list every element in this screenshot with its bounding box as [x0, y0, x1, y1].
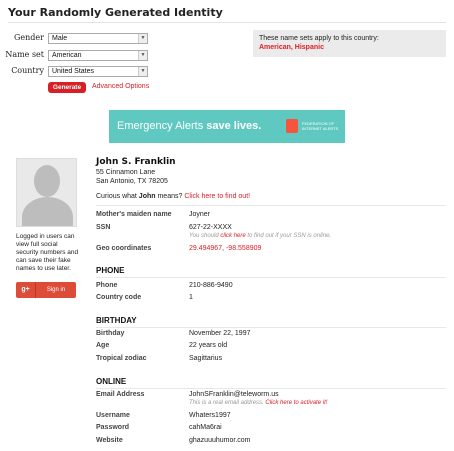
- gender-select[interactable]: Male ▼: [48, 33, 148, 44]
- google-signin-button[interactable]: g+ Sign in: [16, 282, 76, 298]
- country-select-value: United States: [52, 68, 95, 75]
- ssn-note-suffix: to find out if your SSN is online.: [245, 233, 332, 239]
- divider: [96, 327, 446, 328]
- address-city: San Antonio, TX 78205: [96, 178, 168, 185]
- ssn-note: You should click here to find out if you…: [189, 233, 331, 239]
- phone-label: Phone: [96, 282, 118, 289]
- divider: [96, 277, 446, 278]
- banner-text-light: Emergency Alerts: [117, 120, 207, 132]
- age-label: Age: [96, 342, 110, 349]
- country-code-label: Country code: [96, 294, 142, 301]
- chevron-down-icon: ▼: [138, 67, 147, 76]
- activate-email-link[interactable]: Click here to activate it!: [265, 400, 327, 406]
- banner-text-bold: save lives.: [206, 120, 262, 132]
- password-value: cahMa6rai: [189, 424, 222, 431]
- email-value: JohnSFranklin@teleworm.us: [189, 391, 279, 398]
- avatar-body-icon: [22, 197, 73, 226]
- email-label: Email Address: [96, 391, 145, 398]
- nameset-info-box: These name sets apply to this country: A…: [253, 30, 446, 57]
- birthday-label: Birthday: [96, 330, 125, 337]
- maiden-name-value: Joyner: [189, 211, 211, 218]
- login-note: Logged in users can view full social sec…: [16, 233, 79, 272]
- generate-button[interactable]: Generate: [48, 82, 86, 93]
- identity-name: John S. Franklin: [96, 157, 176, 167]
- gender-label: Gender: [14, 33, 44, 42]
- zodiac-value: Sagittarius: [189, 355, 223, 362]
- curious-name: John: [138, 193, 156, 200]
- name-meaning-link[interactable]: Click here to find out!: [184, 193, 250, 200]
- email-note-prefix: This is a real email address.: [189, 400, 266, 406]
- title-divider: [8, 22, 446, 23]
- nameset-select[interactable]: American ▼: [48, 50, 148, 61]
- age-value: 22 years old: [189, 342, 228, 349]
- country-code-value: 1: [189, 294, 193, 301]
- website-label: Website: [96, 437, 123, 444]
- divider: [96, 205, 446, 206]
- avatar-head-icon: [34, 165, 60, 197]
- username-label: Username: [96, 412, 130, 419]
- birthday-section-title: BIRTHDAY: [96, 316, 137, 325]
- signin-label: Sign in: [46, 287, 66, 293]
- maiden-name-label: Mother's maiden name: [96, 211, 172, 218]
- geo-label: Geo coordinates: [96, 245, 152, 252]
- name-meaning-line: Curious what John means? Click here to f…: [96, 193, 250, 200]
- info-text: These name sets apply to this country:: [259, 35, 379, 42]
- nameset-label: Name set: [5, 50, 44, 59]
- nameset-select-value: American: [52, 52, 82, 59]
- google-plus-icon: g+: [16, 282, 36, 298]
- curious-suffix: means?: [155, 193, 185, 200]
- online-section-title: ONLINE: [96, 377, 127, 386]
- ssn-check-link[interactable]: click here: [220, 233, 245, 239]
- curious-prefix: Curious what: [96, 193, 139, 200]
- banner-text: Emergency Alerts save lives.: [117, 120, 261, 132]
- advanced-options-link[interactable]: Advanced Options: [92, 83, 149, 90]
- phone-section-title: PHONE: [96, 266, 125, 275]
- password-label: Password: [96, 424, 130, 431]
- info-countries: American, Hispanic: [259, 44, 324, 51]
- address-street: 55 Cinnamon Lane: [96, 169, 156, 176]
- chevron-down-icon: ▼: [138, 34, 147, 43]
- gender-select-value: Male: [52, 35, 68, 42]
- ssn-label: SSN: [96, 224, 111, 231]
- page-title: Your Randomly Generated Identity: [8, 6, 223, 19]
- username-value: Whaters1997: [189, 412, 231, 419]
- ssn-value: 627-22-XXXX: [189, 224, 232, 231]
- geo-coordinates-link[interactable]: 29.494967, -98.558909: [189, 245, 261, 252]
- birthday-value: November 22, 1997: [189, 330, 251, 337]
- phone-value: 210-886-9490: [189, 282, 233, 289]
- ssn-note-prefix: You should: [189, 233, 221, 239]
- avatar: [16, 158, 77, 227]
- alert-logo-icon: [286, 119, 298, 133]
- email-note: This is a real email address. Click here…: [189, 400, 327, 406]
- chevron-down-icon: ▼: [138, 51, 147, 60]
- website-value: ghazuuuhumor.com: [189, 437, 251, 444]
- country-select[interactable]: United States ▼: [48, 66, 148, 77]
- emergency-alerts-banner[interactable]: Emergency Alerts save lives. FEDERATION …: [109, 110, 345, 143]
- banner-logo-text: FEDERATION OF INTERNET ALERTS: [302, 121, 339, 131]
- divider: [96, 388, 446, 389]
- zodiac-label: Tropical zodiac: [96, 355, 147, 362]
- country-label: Country: [11, 66, 44, 75]
